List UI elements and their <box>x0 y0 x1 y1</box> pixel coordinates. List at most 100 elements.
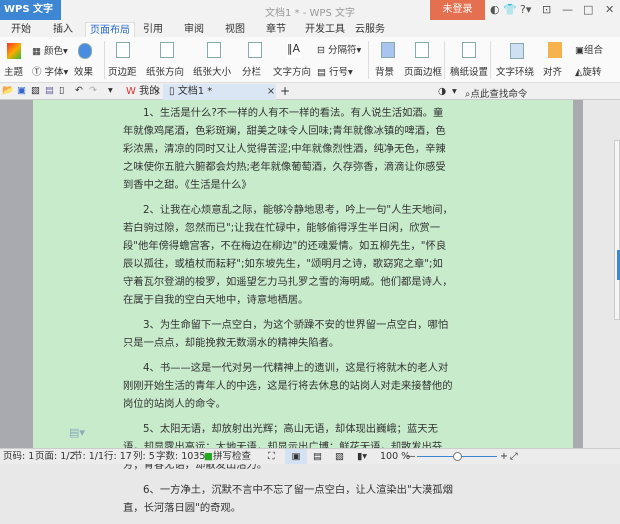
export-pdf-icon[interactable]: ▧ <box>31 85 40 96</box>
close-tab-icon[interactable]: × <box>267 86 275 97</box>
open-icon[interactable]: 📂 <box>2 85 14 96</box>
theme-button[interactable]: 主题 <box>4 64 23 78</box>
tab-cloud[interactable]: 云服务 <box>355 22 385 37</box>
line-numbers-button[interactable]: ▤ 行号▾ <box>317 64 353 78</box>
help-icon[interactable]: ?▾ <box>520 3 531 16</box>
paragraph[interactable]: 2、让我在心烦意乱之际，能够冷静地思考，吟上一句"人生天地间，若白驹过隙，忽然而… <box>123 201 453 309</box>
close-tab-icon[interactable]: × <box>153 86 161 97</box>
close-button[interactable]: ✕ <box>605 3 614 16</box>
customize-icon[interactable]: ▾ <box>108 85 113 96</box>
print-icon[interactable]: ▤ <box>45 85 54 96</box>
new-tab-icon[interactable]: + <box>280 84 290 98</box>
font-label: 字体 <box>44 67 64 78</box>
status-page[interactable]: 页面: 1/2 <box>35 449 76 464</box>
draft-settings-button[interactable]: 稿纸设置 <box>450 64 488 78</box>
effect-icon <box>78 43 92 59</box>
paragraph[interactable]: 1、生活是什么?不一样的人有不一样的看法。有人说生活如酒。童年就像鸡尾酒，色彩斑… <box>123 104 453 194</box>
text-wrap-icon <box>510 43 524 59</box>
align-icon <box>548 42 562 58</box>
paragraph[interactable]: 5、太阳无语，却放射出光辉；高山无语，却体现出巍峨；蓝天无语，却显露出高远；大地… <box>123 420 453 474</box>
columns-button[interactable]: 分栏 <box>242 64 261 78</box>
status-line: 行: 17 <box>104 451 132 462</box>
doc-tab-label: 文档1 * <box>177 86 213 97</box>
zoom-out-button[interactable]: — <box>406 449 416 464</box>
text-wrap-button[interactable]: 文字环绕 <box>496 64 534 78</box>
rotate-button[interactable]: ◭旋转 <box>575 64 601 78</box>
skin-icon[interactable]: ◐ 👕 <box>490 3 517 16</box>
login-button[interactable]: 未登录 <box>430 0 485 20</box>
group-button[interactable]: ▣组合 <box>575 42 603 56</box>
orientation-button[interactable]: 纸张方向 <box>146 64 184 78</box>
paper-size-button[interactable]: 纸张大小 <box>193 64 231 78</box>
search-command-label: 点此查找命令 <box>470 89 528 100</box>
ribbon: 主题 ▦ 颜色▾ Ⓣ 字体▾ 效果 页边距 纸张方向 纸张大小 分栏 ‖A 文字… <box>0 37 620 83</box>
align-button[interactable]: 对齐 <box>543 64 562 78</box>
maximize-button[interactable]: □ <box>583 3 593 16</box>
tab-home[interactable]: 开始 <box>11 22 31 37</box>
tab-chapter[interactable]: 章节 <box>266 22 286 37</box>
web-view-icon[interactable]: ▧ <box>335 449 344 464</box>
undo-icon[interactable]: ↶ <box>75 85 83 96</box>
font-button[interactable]: Ⓣ 字体▾ <box>32 64 68 78</box>
status-column: 列: 5 <box>133 451 155 462</box>
columns-icon <box>248 42 262 58</box>
app-name: WPS 文字 <box>4 4 54 15</box>
restore-layout-icon[interactable]: ⊡ <box>542 3 551 16</box>
theme-icon <box>7 43 21 59</box>
background-button[interactable]: 背景 <box>375 64 394 78</box>
fit-icon[interactable]: ⤢ <box>510 449 518 464</box>
outline-view-icon[interactable]: ▤ <box>313 449 322 464</box>
tab-review[interactable]: 审阅 <box>184 22 204 37</box>
doc-tab-document1[interactable]: ▯ 文档1 * <box>163 84 276 100</box>
text-direction-icon: ‖A <box>287 42 301 58</box>
app-menu-button[interactable]: WPS 文字 ▾ <box>0 0 61 35</box>
divider <box>490 41 491 79</box>
color-button[interactable]: ▦ 颜色▾ <box>32 43 68 57</box>
zoom-in-button[interactable]: + <box>500 449 508 464</box>
spell-check-label: 拼写检查 <box>212 451 251 462</box>
quick-access-bar: 📂 ▣ ▧ ▤ ▯ ↶ ↷ ▾ W 我的WPS × ▯ 文档1 * × + ◑ … <box>0 83 620 112</box>
wps-logo-icon: W <box>126 86 136 97</box>
document-page[interactable]: 1、生活是什么?不一样的人有不一样的看法。有人说生活如酒。童年就像鸡尾酒，色彩斑… <box>33 100 573 514</box>
page-border-icon <box>415 42 429 58</box>
doc-icon: ▯ <box>169 86 175 97</box>
draft-settings-icon <box>462 42 476 58</box>
margins-button[interactable]: 页边距 <box>108 64 137 78</box>
page-border-button[interactable]: 页面边框 <box>404 64 442 78</box>
reading-mode-icon[interactable]: ▮▾ <box>357 449 367 464</box>
tab-insert[interactable]: 插入 <box>53 22 73 37</box>
sync-icon[interactable]: ◑ <box>438 86 446 97</box>
pin-icon[interactable]: ▾ <box>452 86 457 97</box>
paper-size-icon <box>207 42 221 58</box>
paragraph[interactable]: 6、一方净土，沉默不言中不忘了留一点空白，让人渲染出"大漠孤烟直，长河落日圆"的… <box>123 481 453 517</box>
tab-developer[interactable]: 开发工具 <box>305 22 345 37</box>
minimize-button[interactable]: — <box>562 3 573 16</box>
breaks-button[interactable]: ⊟ 分隔符▾ <box>317 42 361 56</box>
search-command[interactable]: ⌕点此查找命令 <box>465 86 527 100</box>
orientation-icon <box>160 42 174 58</box>
tab-references[interactable]: 引用 <box>143 22 163 37</box>
save-icon[interactable]: ▣ <box>17 85 26 96</box>
text-direction-button[interactable]: 文字方向 <box>273 64 311 78</box>
page-view-icon[interactable]: ▣ <box>285 449 307 464</box>
vertical-scrollbar[interactable] <box>583 100 620 448</box>
line-numbers-label: 行号 <box>329 67 349 78</box>
tab-page-layout[interactable]: 页面布局 <box>85 22 135 38</box>
scrollbar-thumb[interactable] <box>614 140 620 320</box>
tab-view[interactable]: 视图 <box>225 22 245 37</box>
effect-button[interactable]: 效果 <box>74 64 93 78</box>
print-preview-icon[interactable]: ▯ <box>59 85 64 96</box>
status-section: 节: 1/1 <box>73 451 105 462</box>
status-word-count[interactable]: 字数: 1035 <box>156 449 205 464</box>
status-page-num[interactable]: 页码: 1 <box>3 449 34 464</box>
rotate-label: 旋转 <box>582 67 602 78</box>
spell-check-toggle[interactable]: ■拼写检查 <box>204 449 251 464</box>
divider <box>444 41 445 79</box>
paragraph[interactable]: 3、为生命留下一点空白，为这个骄躁不安的世界留一点空白，哪怕只是一点点，却能挽救… <box>123 316 453 352</box>
paragraph[interactable]: 4、书——这是一代对另一代精神上的遗训，这是行将就木的老人对刚刚开始生活的青年人… <box>123 359 453 413</box>
paste-options-icon[interactable]: ▤▾ <box>69 426 85 439</box>
fullscreen-icon[interactable]: ⛶ <box>268 449 275 464</box>
zoom-slider-handle[interactable] <box>453 452 462 461</box>
redo-icon[interactable]: ↷ <box>89 85 97 96</box>
group-label: 组合 <box>583 45 603 56</box>
